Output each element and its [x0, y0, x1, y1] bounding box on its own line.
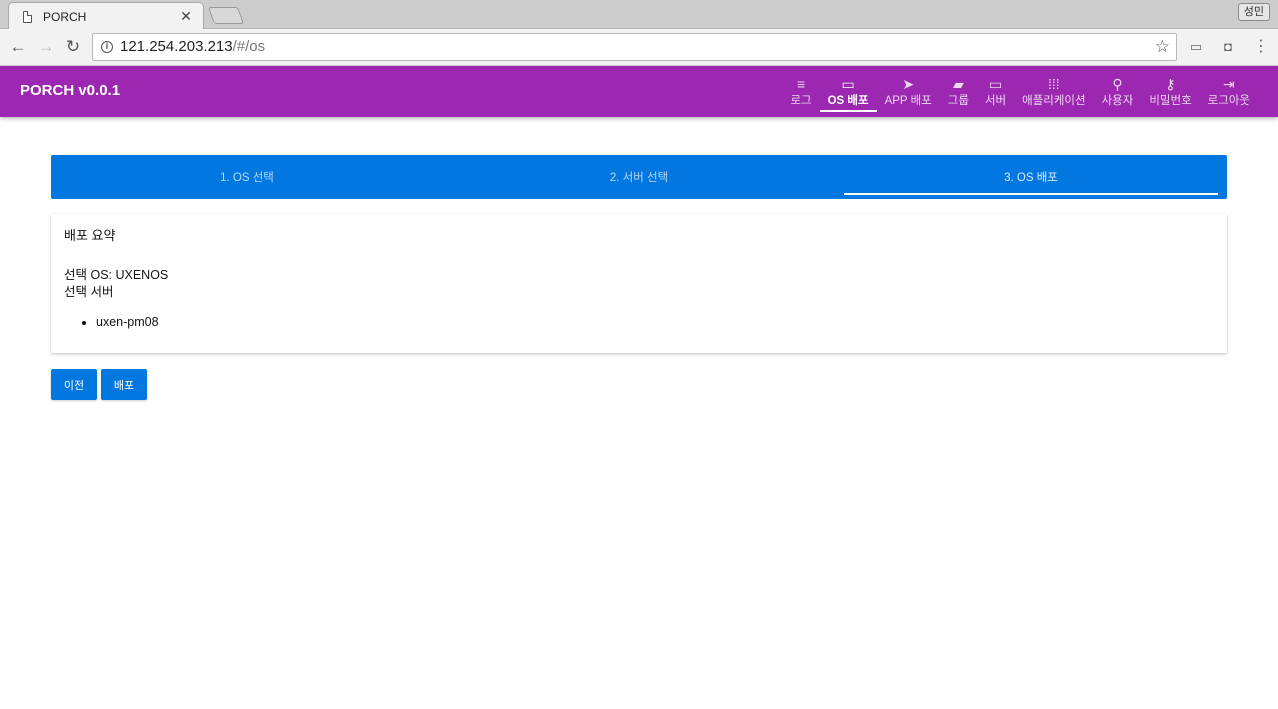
reload-icon[interactable]: ↻: [63, 37, 83, 57]
selected-os: 선택 OS: UXENOS: [64, 268, 169, 282]
nav-item-users[interactable]: ⚲ 사용자: [1094, 66, 1142, 117]
folder-add-icon: ▰: [952, 76, 964, 92]
shield-extension-icon[interactable]: ◘: [1219, 38, 1237, 56]
list-item: uxen-pm08: [96, 314, 1214, 330]
profile-button[interactable]: 성민: [1237, 3, 1270, 21]
address-bar[interactable]: i 121.254.203.213/#/os ☆: [92, 33, 1177, 61]
exit-icon: ⇥: [1222, 76, 1235, 92]
step-select-server[interactable]: 2. 서버 선택: [443, 155, 835, 199]
nav-item-logout[interactable]: ⇥ 로그아웃: [1200, 66, 1258, 117]
main-nav: ≡ 로그 ▭ OS 배포 ➤ APP 배포 ▰ 그룹 ▭ 서버 ⁞⁞⁞ 애플리케…: [782, 66, 1258, 117]
send-icon: ➤: [902, 76, 915, 92]
app-header: PORCH v0.0.1 ≡ 로그 ▭ OS 배포 ➤ APP 배포 ▰ 그룹 …: [0, 66, 1278, 117]
info-icon[interactable]: i: [101, 41, 113, 53]
tab-title: PORCH: [43, 9, 87, 24]
server-list: uxen-pm08: [64, 314, 1214, 330]
selected-servers-label: 선택 서버: [64, 285, 114, 299]
nav-item-os-deploy[interactable]: ▭ OS 배포: [819, 66, 877, 117]
forward-arrow-icon[interactable]: →: [36, 37, 56, 57]
menu-icon[interactable]: ⋮: [1252, 38, 1270, 56]
app-brand: PORCH v0.0.1: [20, 82, 121, 99]
nav-item-servers[interactable]: ▭ 서버: [977, 66, 1014, 117]
deploy-summary-card: 배포 요약 선택 OS: UXENOS 선택 서버 uxen-pm08: [51, 214, 1227, 353]
summary-title: 배포 요약: [64, 228, 116, 243]
key-icon: ⚷: [1165, 76, 1176, 92]
nav-item-logs[interactable]: ≡ 로그: [782, 66, 819, 117]
browser-toolbar: ← → ↻ i 121.254.203.213/#/os ☆ ▭ ◘ ⋮: [0, 29, 1278, 66]
laptop-icon: ▭: [988, 76, 1003, 92]
bookmark-star-icon[interactable]: ☆: [1155, 37, 1170, 57]
url-text: 121.254.203.213/#/os: [120, 38, 266, 55]
browser-tab-strip: PORCH ✕ 성민: [0, 0, 1278, 29]
list-icon: ≡: [796, 76, 806, 92]
person-icon: ⚲: [1112, 76, 1123, 92]
new-tab-button[interactable]: [207, 7, 245, 24]
nav-item-groups[interactable]: ▰ 그룹: [940, 66, 977, 117]
prev-button[interactable]: 이전: [51, 369, 97, 400]
step-select-os[interactable]: 1. OS 선택: [51, 155, 443, 199]
cast-icon: ▭: [841, 76, 855, 92]
step-os-deploy[interactable]: 3. OS 배포: [835, 155, 1227, 199]
back-arrow-icon[interactable]: ←: [8, 37, 28, 57]
tab-close-icon[interactable]: ✕: [179, 8, 193, 25]
nav-item-app-deploy[interactable]: ➤ APP 배포: [877, 66, 940, 117]
cast-extension-icon[interactable]: ▭: [1187, 38, 1205, 56]
deploy-button[interactable]: 배포: [101, 369, 147, 400]
nav-item-applications[interactable]: ⁞⁞⁞ 애플리케이션: [1014, 66, 1093, 117]
apps-grid-icon: ⁞⁞⁞: [1048, 76, 1060, 92]
document-icon: [23, 10, 32, 23]
nav-item-password[interactable]: ⚷ 비밀번호: [1141, 66, 1199, 117]
browser-tab[interactable]: PORCH ✕: [8, 2, 204, 29]
deploy-stepper: 1. OS 선택 2. 서버 선택 3. OS 배포: [51, 155, 1227, 199]
